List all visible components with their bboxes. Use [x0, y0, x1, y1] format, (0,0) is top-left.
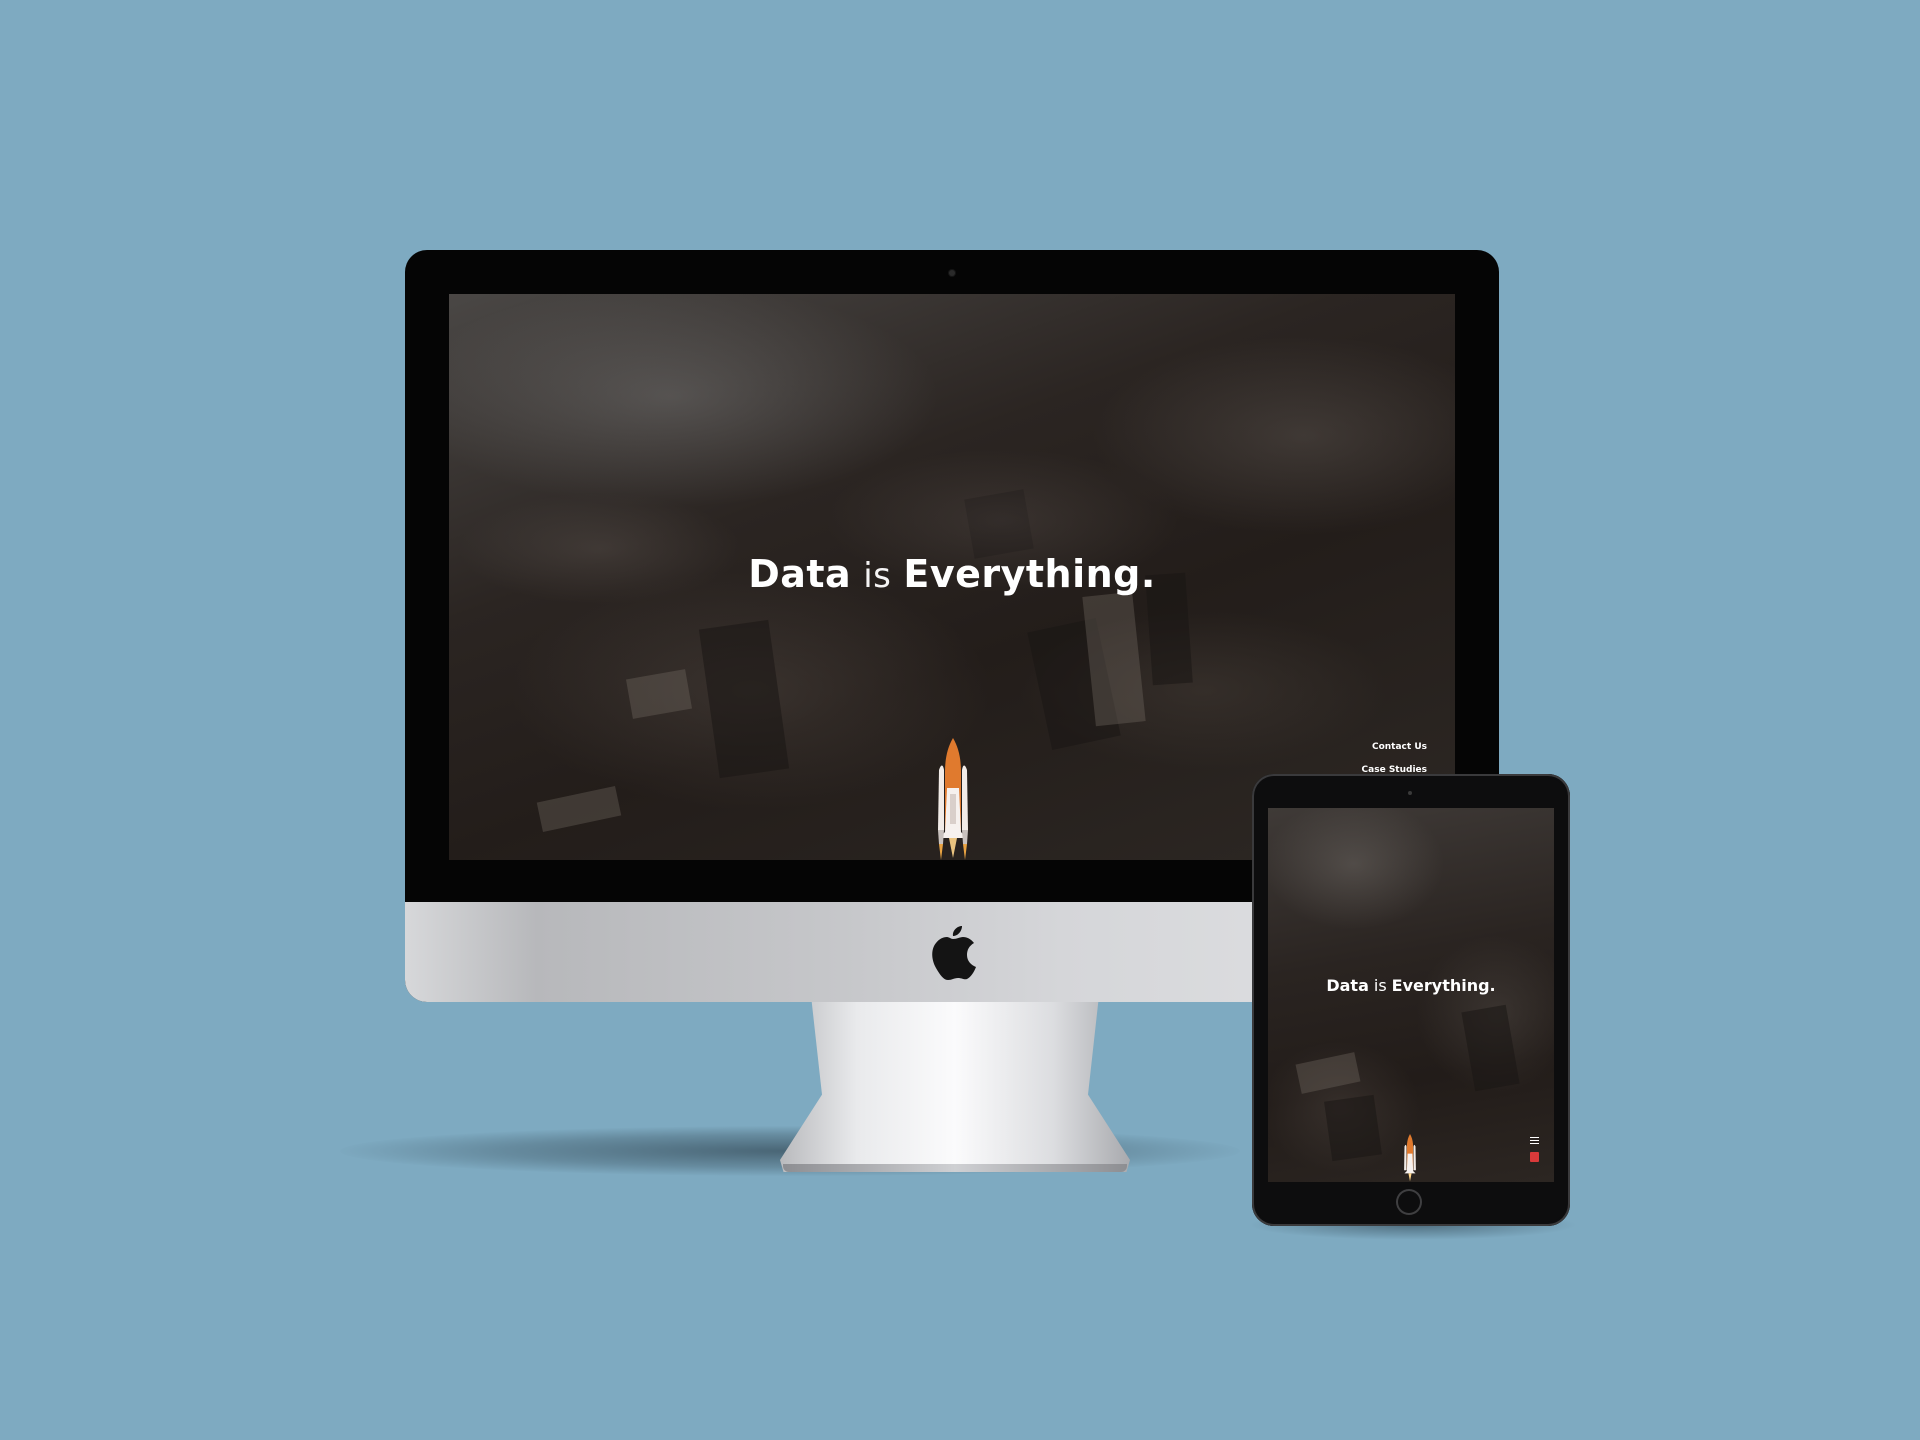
tablet-hero-word-everything: Everything.: [1391, 976, 1496, 995]
red-badge-icon[interactable]: [1530, 1152, 1539, 1162]
apple-logo: [932, 926, 976, 980]
tablet-hero-word-is: is: [1373, 976, 1387, 995]
space-shuttle-icon: [938, 738, 968, 860]
hero-word-everything: Everything.: [903, 552, 1156, 596]
tablet-hero-word-data: Data: [1326, 976, 1369, 995]
imac-stand: [780, 1000, 1130, 1172]
hamburger-menu-icon[interactable]: [1530, 1137, 1539, 1145]
building-silhouette: [1461, 1004, 1520, 1092]
hero-word-is: is: [863, 556, 892, 596]
device-mockup-scene: Data is Everything. Contact Us Case Studie…: [0, 0, 1920, 1440]
ipad-camera-icon: [1408, 791, 1412, 795]
imac-stand-foot: [783, 1164, 1127, 1172]
ipad-device: Data is Everything.: [1252, 774, 1570, 1226]
building-silhouette: [1295, 1052, 1361, 1094]
building-silhouette: [1324, 1094, 1382, 1162]
hero-word-data: Data: [748, 552, 852, 596]
nav-link-contact[interactable]: Contact Us: [1362, 742, 1427, 752]
space-shuttle-icon: [1404, 1134, 1416, 1182]
hero-headline: Data is Everything.: [449, 552, 1455, 596]
webcam-icon: [949, 270, 955, 276]
tablet-website-screen: Data is Everything.: [1268, 808, 1554, 1182]
home-button[interactable]: [1396, 1189, 1422, 1215]
tablet-hero-headline: Data is Everything.: [1268, 976, 1554, 995]
